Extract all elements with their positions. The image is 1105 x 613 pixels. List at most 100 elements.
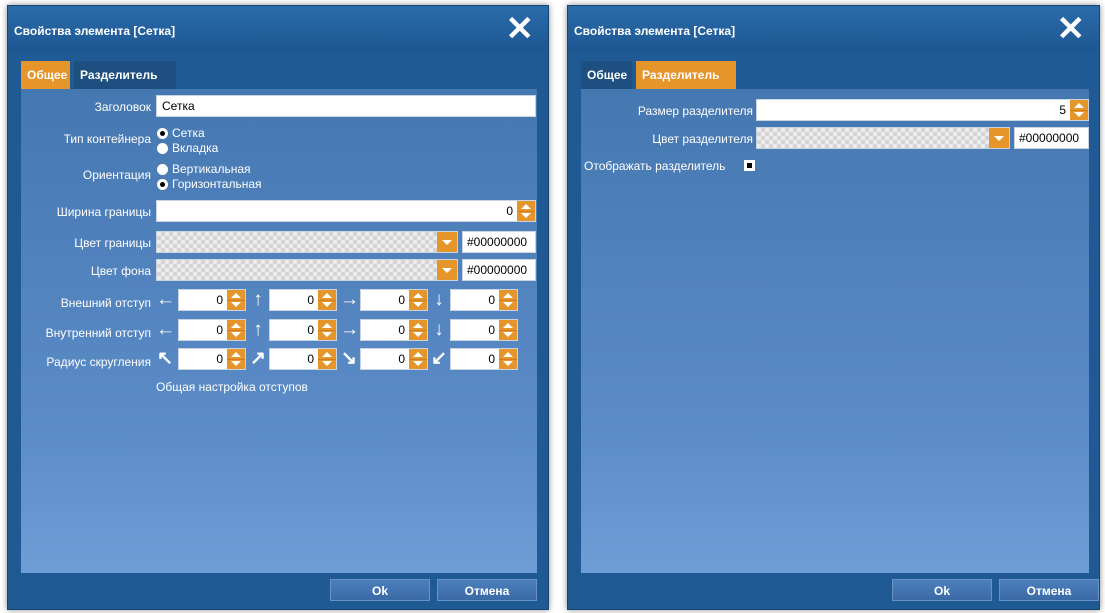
border-width-value: 0 xyxy=(506,204,513,218)
container-type-tab-radio[interactable] xyxy=(157,143,168,154)
separator-color-hex-input[interactable]: #00000000 xyxy=(1014,127,1089,149)
border-color-picker[interactable] xyxy=(156,231,458,253)
margin-label: Внешний отступ xyxy=(60,296,151,310)
padding-bottom-stepper[interactable] xyxy=(499,320,517,340)
properties-dialog-general: Свойства элемента [Сетка] ✕ Общее Раздел… xyxy=(7,5,549,610)
arrow-right-icon: → xyxy=(340,319,359,340)
tab-general[interactable]: Общее xyxy=(21,61,70,89)
padding-left-stepper[interactable] xyxy=(227,320,245,340)
margin-left-value: 0 xyxy=(216,293,223,307)
radius-bottom-right-input[interactable]: 0 xyxy=(360,348,428,370)
tab-separator[interactable]: Разделитель xyxy=(636,61,736,89)
arrow-down-icon: ↓ xyxy=(434,289,444,310)
ok-button[interactable]: Ok xyxy=(330,579,430,601)
padding-right-value: 0 xyxy=(398,323,405,337)
dialog-footer: Ok Отмена xyxy=(8,573,548,609)
radius-top-right-input[interactable]: 0 xyxy=(269,348,337,370)
arrow-up-left-icon: ↖ xyxy=(157,348,173,369)
container-type-grid-radio[interactable] xyxy=(157,128,168,139)
heading-input[interactable]: Сетка xyxy=(156,95,536,117)
padding-top-input[interactable]: 0 xyxy=(269,319,337,341)
margin-bottom-input[interactable]: 0 xyxy=(450,289,518,311)
radius-label: Радиус скругления xyxy=(46,355,151,369)
separator-size-stepper[interactable] xyxy=(1070,100,1088,120)
margin-left-stepper[interactable] xyxy=(227,290,245,310)
margin-bottom-value: 0 xyxy=(488,293,495,307)
margin-right-input[interactable]: 0 xyxy=(360,289,428,311)
dialog-footer: Ok Отмена xyxy=(568,573,1099,609)
border-color-label: Цвет границы xyxy=(74,236,151,250)
radius-top-right-value: 0 xyxy=(307,352,314,366)
common-padding-settings-link[interactable]: Общая настройка отступов xyxy=(156,380,308,394)
separator-color-dropdown-button[interactable] xyxy=(989,128,1009,148)
arrow-up-icon: ↑ xyxy=(253,319,263,340)
cancel-button[interactable]: Отмена xyxy=(437,579,537,601)
radius-top-left-value: 0 xyxy=(216,352,223,366)
orientation-vertical-label: Вертикальная xyxy=(172,162,251,176)
padding-left-input[interactable]: 0 xyxy=(178,319,246,341)
arrow-left-icon: ← xyxy=(156,319,175,340)
close-icon[interactable]: ✕ xyxy=(506,12,535,46)
bg-color-dropdown-button[interactable] xyxy=(437,260,457,280)
radius-bottom-left-input[interactable]: 0 xyxy=(450,348,518,370)
show-separator-label: Отображать разделитель xyxy=(584,159,726,173)
border-color-hex-input[interactable]: #00000000 xyxy=(462,231,536,253)
radius-bottom-left-stepper[interactable] xyxy=(499,349,517,369)
padding-top-value: 0 xyxy=(307,323,314,337)
margin-left-input[interactable]: 0 xyxy=(178,289,246,311)
tab-separator[interactable]: Разделитель xyxy=(74,61,176,89)
close-icon[interactable]: ✕ xyxy=(1057,12,1086,46)
padding-bottom-input[interactable]: 0 xyxy=(450,319,518,341)
bg-color-picker[interactable] xyxy=(156,259,458,281)
properties-dialog-separator: Свойства элемента [Сетка] ✕ Общее Раздел… xyxy=(567,5,1100,610)
border-width-stepper[interactable] xyxy=(517,201,535,221)
separator-size-input[interactable]: 5 xyxy=(756,99,1089,121)
padding-left-value: 0 xyxy=(216,323,223,337)
arrow-up-right-icon: ↗ xyxy=(250,348,266,369)
dialog-title: Свойства элемента [Сетка] xyxy=(14,24,176,38)
padding-right-input[interactable]: 0 xyxy=(360,319,428,341)
radius-bottom-right-stepper[interactable] xyxy=(409,349,427,369)
arrow-down-icon: ↓ xyxy=(434,319,444,340)
container-type-grid-label: Сетка xyxy=(172,126,205,140)
separator-color-picker[interactable] xyxy=(756,127,1010,149)
orientation-vertical-radio[interactable] xyxy=(157,164,168,175)
dialog-titlebar[interactable]: Свойства элемента [Сетка] ✕ xyxy=(568,6,1099,52)
radius-bottom-right-value: 0 xyxy=(398,352,405,366)
separator-size-label: Размер разделителя xyxy=(637,104,753,118)
separator-panel: Размер разделителя 5 Цвет разделителя #0… xyxy=(581,89,1089,573)
border-color-dropdown-button[interactable] xyxy=(437,232,457,252)
margin-right-stepper[interactable] xyxy=(409,290,427,310)
border-width-label: Ширина границы xyxy=(56,205,151,219)
padding-top-stepper[interactable] xyxy=(318,320,336,340)
border-width-input[interactable]: 0 xyxy=(156,200,536,222)
heading-label: Заголовок xyxy=(94,100,151,114)
radius-top-right-stepper[interactable] xyxy=(318,349,336,369)
general-panel: Заголовок Сетка Тип контейнера Сетка Вкл… xyxy=(21,89,537,573)
margin-bottom-stepper[interactable] xyxy=(499,290,517,310)
show-separator-checkbox[interactable] xyxy=(744,160,755,171)
radius-top-left-input[interactable]: 0 xyxy=(178,348,246,370)
separator-color-label: Цвет разделителя xyxy=(652,132,753,146)
orientation-horizontal-radio[interactable] xyxy=(157,179,168,190)
padding-label: Внутренний отступ xyxy=(45,326,151,340)
arrow-right-icon: → xyxy=(340,289,359,310)
arrow-down-left-icon: ↙ xyxy=(431,348,447,369)
bg-color-hex-input[interactable]: #00000000 xyxy=(462,259,536,281)
margin-top-input[interactable]: 0 xyxy=(269,289,337,311)
bg-color-label: Цвет фона xyxy=(90,264,151,278)
arrow-up-icon: ↑ xyxy=(253,289,263,310)
arrow-left-icon: ← xyxy=(156,289,175,310)
margin-top-stepper[interactable] xyxy=(318,290,336,310)
radius-top-left-stepper[interactable] xyxy=(227,349,245,369)
margin-right-value: 0 xyxy=(398,293,405,307)
ok-button[interactable]: Ok xyxy=(892,579,992,601)
arrow-down-right-icon: ↘ xyxy=(341,348,357,369)
padding-bottom-value: 0 xyxy=(488,323,495,337)
container-type-tab-label: Вкладка xyxy=(172,141,219,155)
cancel-button[interactable]: Отмена xyxy=(999,579,1099,601)
padding-right-stepper[interactable] xyxy=(409,320,427,340)
dialog-titlebar[interactable]: Свойства элемента [Сетка] ✕ xyxy=(8,6,548,52)
tab-general[interactable]: Общее xyxy=(581,61,632,89)
radius-bottom-left-value: 0 xyxy=(488,352,495,366)
